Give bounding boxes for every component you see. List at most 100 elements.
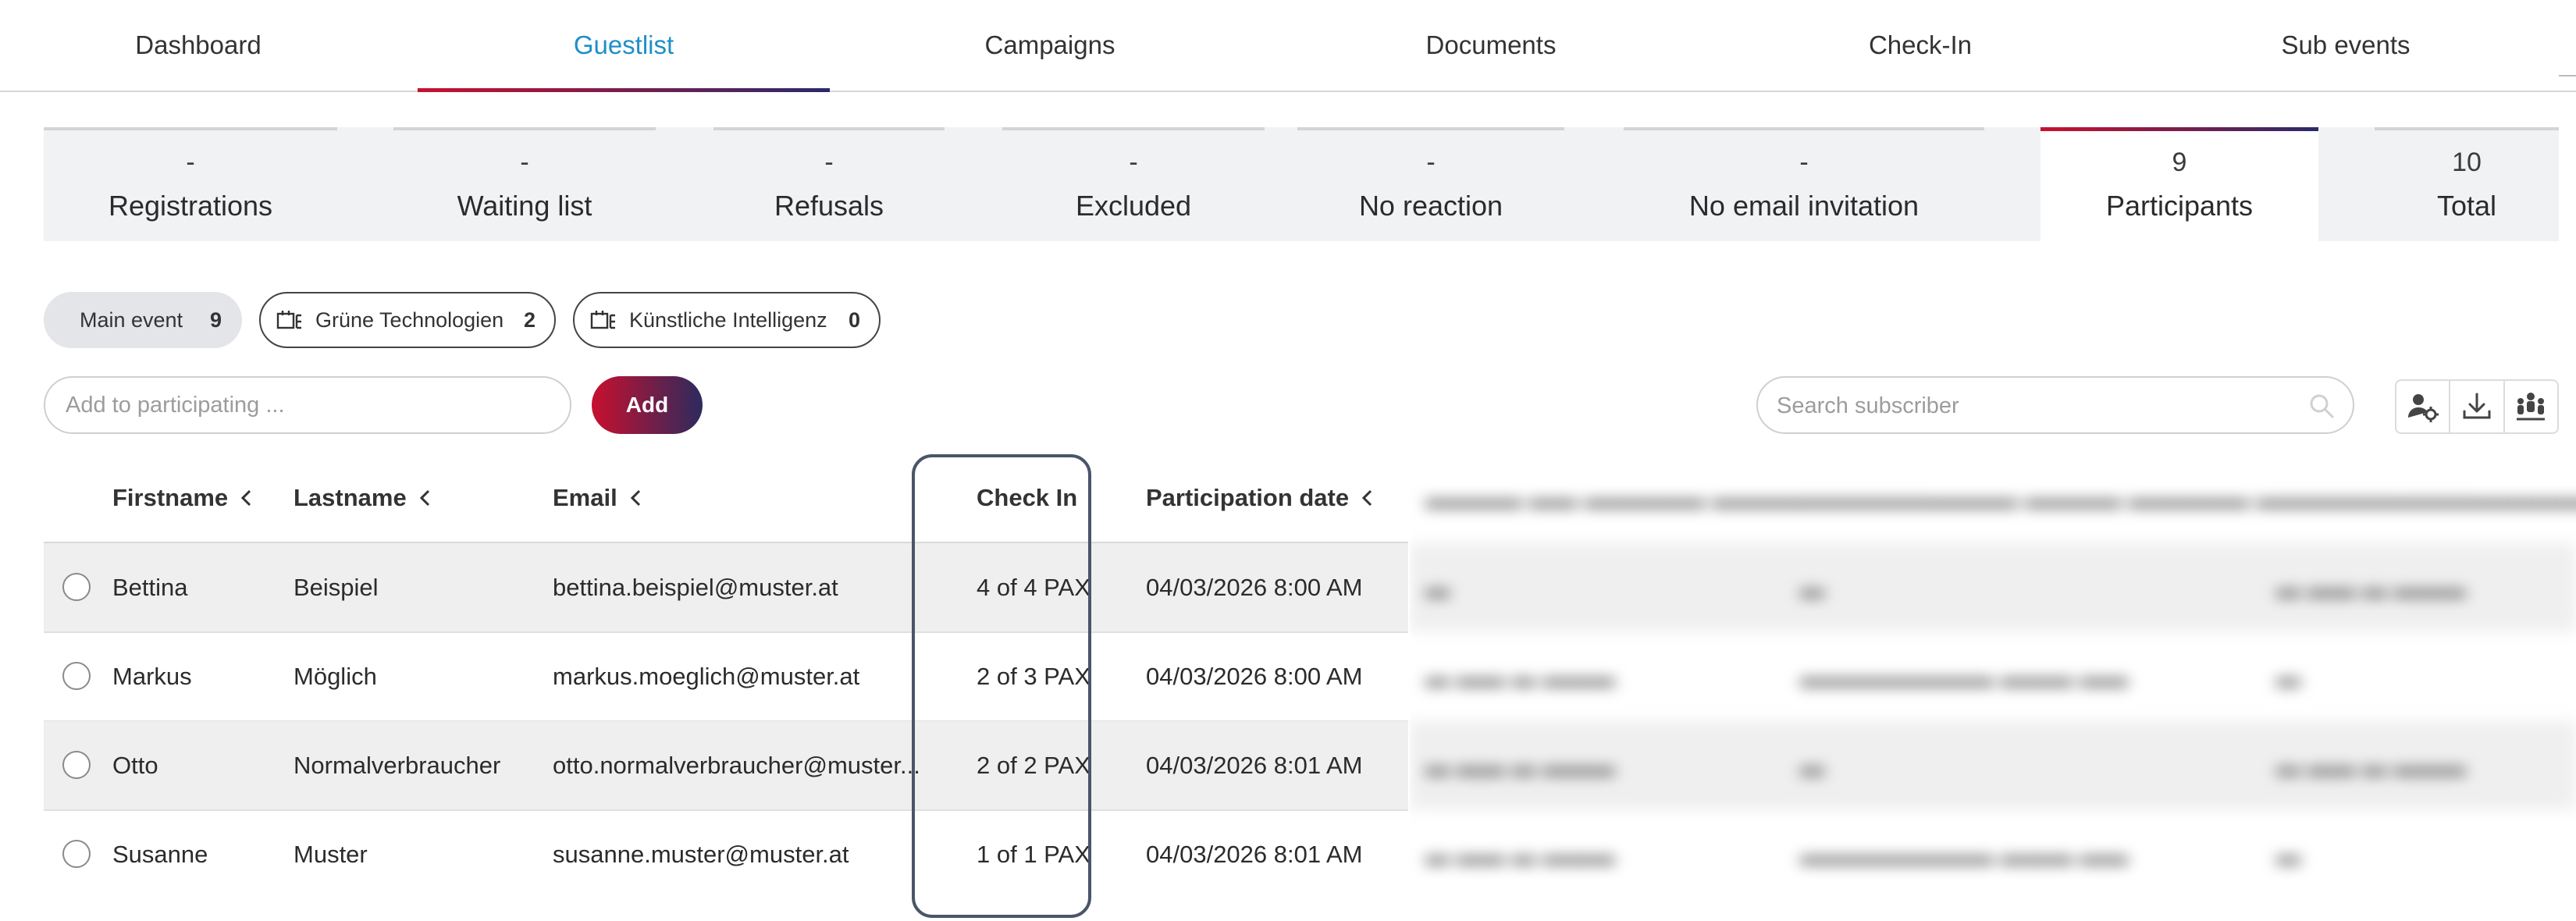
- column-title: Check In: [977, 484, 1078, 511]
- status-label: Refusals: [774, 190, 884, 222]
- cell-participation-date: 04/03/2026 8:01 AM: [1146, 840, 1363, 868]
- tab-dashboard[interactable]: Dashboard: [44, 0, 353, 91]
- blurred-columns: ▬▬▬▬ ▬▬ ▬▬▬▬▬ ▬▬▬▬▬▬▬▬▬ ▬▬▬▬▬▬▬▬▬ ▬▬▬▬ ▬…: [1410, 454, 2576, 921]
- cell-check-in: 4 of 4 PAX: [977, 573, 1091, 601]
- status-label: Participants: [2105, 190, 2254, 222]
- tab-check-in-label: Check-In: [1868, 30, 1973, 59]
- row-select-radio[interactable]: [62, 573, 91, 601]
- cell-firstname: Susanne: [112, 840, 208, 868]
- status-count: 10: [2452, 148, 2482, 177]
- filter-chip-kuenstliche-intelligenz[interactable]: Künstliche Intelligenz 0: [573, 292, 881, 348]
- status-tab-no-reaction[interactable]: - No reaction: [1297, 127, 1564, 241]
- user-settings-button[interactable]: [2396, 381, 2449, 432]
- tab-check-in[interactable]: Check-In: [1717, 0, 2123, 91]
- status-tab-participants[interactable]: 9 Participants: [2041, 127, 2318, 241]
- chip-label: Künstliche Intelligenz: [629, 308, 827, 332]
- tab-guestlist-label: Guestlist: [573, 30, 674, 59]
- cell-firstname: Bettina: [112, 573, 188, 601]
- cell-email: markus.moeglich@muster.at: [553, 662, 860, 690]
- main-navigation: Dashboard Guestlist Campaigns Documents …: [0, 0, 2576, 92]
- status-tab-no-email-invitation[interactable]: - No email invitation: [1624, 127, 1984, 241]
- chip-count: 2: [523, 308, 535, 332]
- cell-lastname: Möglich: [294, 662, 377, 690]
- cell-email: susanne.muster@muster.at: [553, 840, 849, 868]
- cell-check-in: 1 of 1 PAX: [977, 840, 1091, 868]
- table-row[interactable]: Otto Normalverbraucher otto.normalverbra…: [44, 721, 1408, 809]
- chevron-left-icon: [630, 489, 640, 507]
- status-label: No email invitation: [1688, 190, 1920, 222]
- column-header-firstname[interactable]: Firstname: [112, 454, 253, 542]
- row-select-radio[interactable]: [62, 662, 91, 690]
- cell-lastname: Muster: [294, 840, 368, 868]
- tab-campaigns-label: Campaigns: [984, 30, 1115, 59]
- cell-lastname: Beispiel: [294, 573, 379, 601]
- tab-campaigns[interactable]: Campaigns: [843, 0, 1257, 91]
- column-title: Lastname: [294, 484, 407, 511]
- chip-label: Grüne Technologien: [315, 308, 504, 332]
- cell-participation-date: 04/03/2026 8:00 AM: [1146, 573, 1363, 601]
- chip-count: 9: [209, 308, 222, 332]
- status-tab-registrations[interactable]: - Registrations: [44, 127, 337, 241]
- status-tab-waiting-list[interactable]: - Waiting list: [393, 127, 656, 241]
- cell-check-in: 2 of 3 PAX: [977, 662, 1091, 690]
- column-header-lastname[interactable]: Lastname: [294, 454, 432, 542]
- search-input[interactable]: [1775, 378, 2278, 434]
- table-tools: [2395, 379, 2559, 434]
- cell-firstname: Markus: [112, 662, 192, 690]
- column-header-participation-date[interactable]: Participation date: [1146, 454, 1374, 542]
- filter-chip-main-event[interactable]: Main event 9: [44, 292, 242, 348]
- status-count: -: [520, 148, 529, 177]
- table-row[interactable]: Susanne Muster susanne.muster@muster.at …: [44, 810, 1408, 898]
- status-label: Excluded: [1075, 190, 1192, 222]
- row-select-radio[interactable]: [62, 840, 91, 868]
- add-button[interactable]: Add: [592, 376, 703, 434]
- nav-edge-divider: [2559, 75, 2576, 76]
- tab-documents[interactable]: Documents: [1280, 0, 1702, 91]
- cell-participation-date: 04/03/2026 8:01 AM: [1146, 751, 1363, 779]
- user-settings-icon: [2407, 394, 2439, 422]
- tab-documents-label: Documents: [1425, 30, 1557, 59]
- status-count: -: [1799, 148, 1809, 177]
- status-label: Registrations: [108, 190, 273, 222]
- add-participant-input[interactable]: [44, 376, 571, 434]
- tab-sub-events[interactable]: Sub events: [2139, 0, 2553, 91]
- status-count: -: [824, 148, 834, 177]
- chevron-left-icon: [241, 489, 251, 507]
- cell-check-in: 2 of 2 PAX: [977, 751, 1091, 779]
- cell-email: bettina.beispiel@muster.at: [553, 573, 838, 601]
- tab-sub-events-label: Sub events: [2281, 30, 2411, 59]
- status-count: 9: [2172, 148, 2187, 177]
- cell-firstname: Otto: [112, 751, 158, 779]
- sub-event-icon: [590, 311, 615, 329]
- status-tab-refusals[interactable]: - Refusals: [713, 127, 945, 241]
- status-count: -: [1129, 148, 1138, 177]
- column-header-email[interactable]: Email: [553, 454, 642, 542]
- download-button[interactable]: [2449, 381, 2503, 432]
- cell-participation-date: 04/03/2026 8:00 AM: [1146, 662, 1363, 690]
- status-tab-total[interactable]: 10 Total: [2375, 127, 2559, 241]
- table-row[interactable]: Bettina Beispiel bettina.beispiel@muster…: [44, 543, 1408, 631]
- column-title: Firstname: [112, 484, 229, 511]
- chip-label: Main event: [80, 308, 183, 332]
- tab-guestlist[interactable]: Guestlist: [418, 0, 830, 92]
- search-icon[interactable]: [2307, 392, 2336, 420]
- search-field[interactable]: [1756, 376, 2354, 434]
- column-title: Email: [553, 484, 617, 511]
- column-title: Participation date: [1146, 484, 1350, 511]
- tab-dashboard-label: Dashboard: [135, 30, 262, 59]
- status-label: Waiting list: [457, 190, 592, 222]
- chevron-left-icon: [1361, 489, 1372, 507]
- row-select-radio[interactable]: [62, 751, 91, 779]
- status-count: -: [1426, 148, 1436, 177]
- download-icon: [2463, 393, 2491, 419]
- sub-event-icon: [276, 311, 301, 329]
- status-count: -: [186, 148, 195, 177]
- column-header-check-in[interactable]: Check In: [977, 454, 1077, 542]
- status-tab-excluded[interactable]: - Excluded: [1002, 127, 1265, 241]
- table-row[interactable]: Markus Möglich markus.moeglich@muster.at…: [44, 632, 1408, 720]
- cell-lastname: Normalverbraucher: [294, 751, 501, 779]
- status-label: No reaction: [1358, 190, 1503, 222]
- group-icon: [2517, 393, 2546, 421]
- filter-chip-gruene-technologien[interactable]: Grüne Technologien 2: [259, 292, 556, 348]
- group-button[interactable]: [2503, 381, 2557, 432]
